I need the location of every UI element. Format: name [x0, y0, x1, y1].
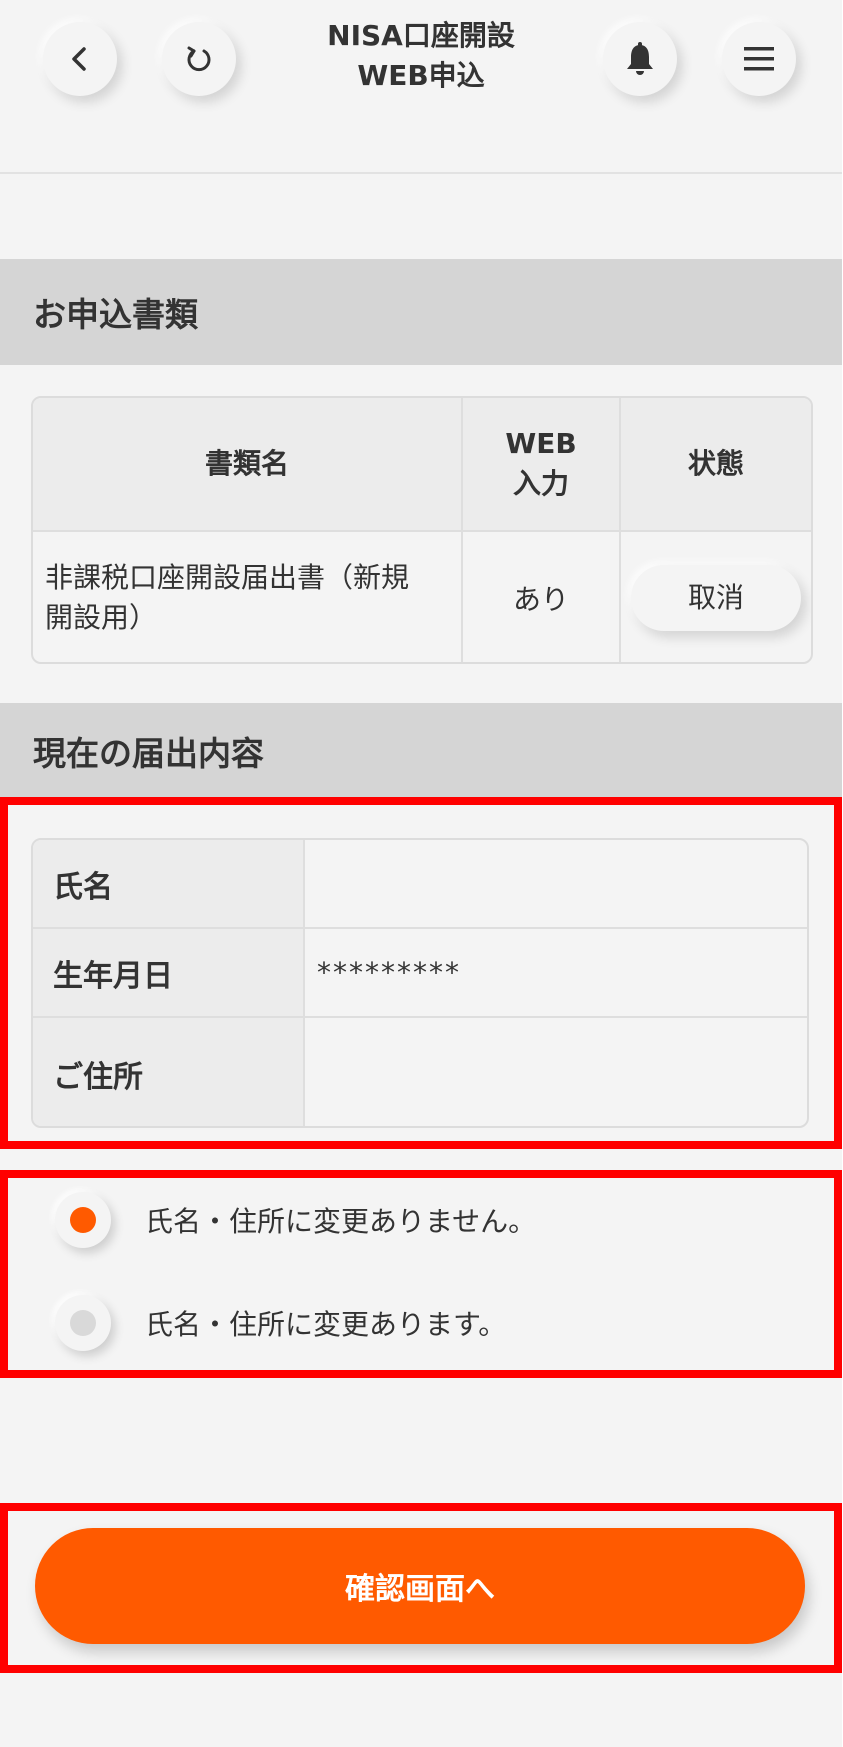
birthday-label: 生年月日: [33, 929, 305, 1016]
back-button[interactable]: [43, 22, 117, 96]
name-value: [305, 840, 807, 927]
page-title-line1: NISA口座開設: [327, 19, 515, 52]
radio-button-has-change[interactable]: [55, 1295, 111, 1351]
chevron-left-icon: [72, 47, 86, 71]
current-info-table: 氏名 生年月日 ********* ご住所: [31, 838, 809, 1128]
header: NISA口座開設 WEB申込: [0, 0, 842, 174]
status-cell: 取消: [619, 530, 811, 662]
cancel-button[interactable]: 取消: [631, 565, 801, 631]
address-value: [305, 1018, 807, 1126]
radio-label-has-change[interactable]: 氏名・住所に変更あります。: [145, 1303, 506, 1343]
web-input-cell: あり: [461, 530, 621, 662]
bell-icon: [627, 42, 653, 75]
app-screen: NISA口座開設 WEB申込 お申込書類 書類名 WEB 入力 状態 非課税口座…: [0, 0, 842, 1747]
current-info-section-title: 現在の届出内容: [33, 734, 264, 773]
current-info-section-header: 現在の届出内容: [0, 703, 842, 799]
document-name-cell: 非課税口座開設届出書（新規 開設用）: [33, 530, 463, 662]
column-header-document-name: 書類名: [33, 398, 463, 532]
confirm-button[interactable]: 確認画面へ: [35, 1528, 805, 1644]
menu-button[interactable]: [722, 22, 796, 96]
page-title-line2: WEB申込: [357, 59, 485, 92]
hamburger-menu-icon: [744, 47, 774, 71]
column-header-web-input-line1: WEB: [505, 427, 577, 460]
column-header-web-input: WEB 入力: [461, 398, 621, 532]
document-name-line2: 開設用）: [45, 601, 158, 634]
radio-selected-dot: [70, 1207, 96, 1233]
radio-option-no-change[interactable]: 氏名・住所に変更ありません。: [55, 1192, 536, 1248]
radio-label-no-change[interactable]: 氏名・住所に変更ありません。: [145, 1200, 536, 1240]
reload-button[interactable]: [162, 22, 236, 96]
address-label: ご住所: [33, 1018, 305, 1126]
birthday-row: 生年月日 *********: [33, 927, 807, 1016]
table-row: 非課税口座開設届出書（新規 開設用） あり 取消: [33, 530, 811, 662]
column-header-web-input-line2: 入力: [512, 467, 569, 500]
column-header-status: 状態: [619, 398, 811, 532]
radio-button-no-change[interactable]: [55, 1192, 111, 1248]
documents-table: 書類名 WEB 入力 状態 非課税口座開設届出書（新規 開設用） あり 取消: [31, 396, 813, 664]
name-row: 氏名: [33, 840, 807, 927]
notification-button[interactable]: [603, 22, 677, 96]
address-row: ご住所: [33, 1016, 807, 1126]
documents-table-header-row: 書類名 WEB 入力 状態: [33, 398, 811, 532]
documents-section-title: お申込書類: [33, 295, 198, 334]
document-name-line1: 非課税口座開設届出書（新規: [45, 561, 410, 594]
birthday-value: *********: [317, 956, 461, 989]
reload-icon: [187, 46, 211, 72]
radio-option-has-change[interactable]: 氏名・住所に変更あります。: [55, 1295, 506, 1351]
documents-section-header: お申込書類: [0, 259, 842, 365]
radio-unselected-dot: [70, 1310, 96, 1336]
name-label: 氏名: [33, 840, 305, 927]
page-title: NISA口座開設 WEB申込: [250, 16, 592, 96]
